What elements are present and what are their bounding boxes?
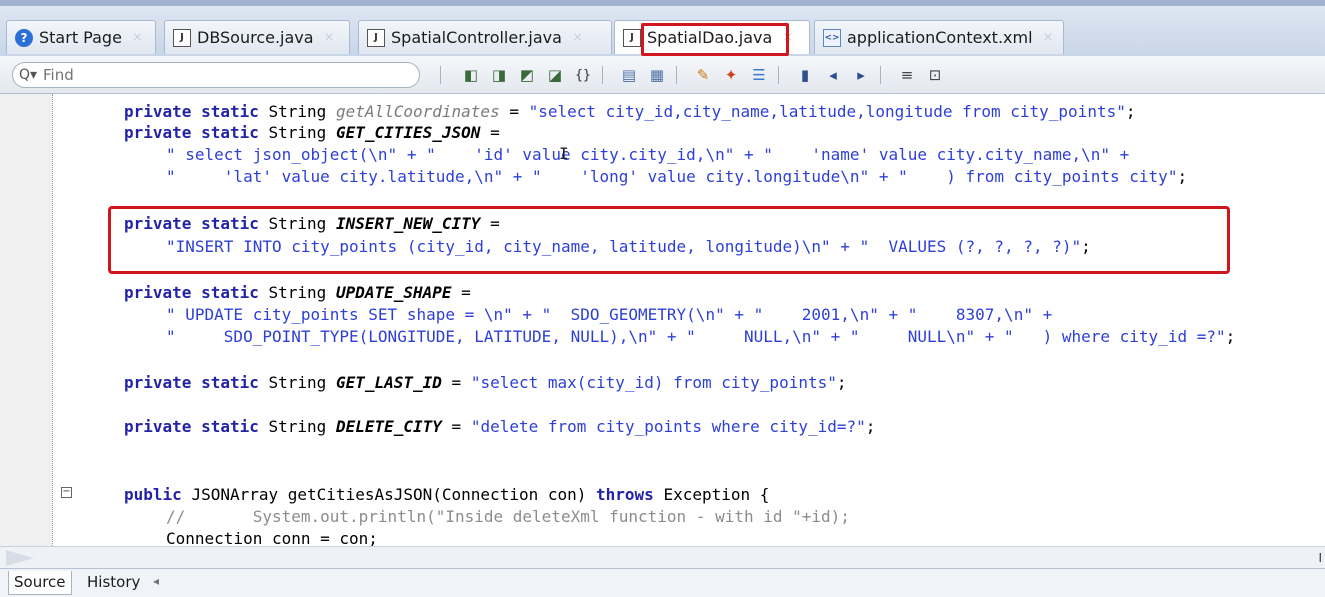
toolbar-separator	[602, 66, 603, 84]
find-prev-icon[interactable]: ▤	[618, 65, 640, 85]
java-file-icon: J	[173, 28, 191, 47]
tab-source[interactable]: Source	[8, 571, 72, 595]
tab-history[interactable]: History	[82, 571, 145, 595]
tab-dbsource[interactable]: J DBSource.java ×	[164, 20, 350, 54]
find-next-icon[interactable]: ▦	[646, 65, 668, 85]
close-icon[interactable]: ×	[324, 30, 335, 45]
help-icon: ?	[15, 28, 33, 47]
rectangle-select-icon[interactable]: ☰	[748, 65, 770, 85]
toolbar-separator	[676, 66, 677, 84]
tab-label: SpatialController.java	[391, 28, 562, 47]
match-icon[interactable]: ◪	[544, 65, 566, 85]
java-file-icon: J	[367, 28, 385, 47]
insert-new-city-highlight-box	[108, 206, 1230, 274]
view-tab-bar: Source History ◂	[0, 568, 1325, 597]
last-edit-icon[interactable]: ◩	[516, 65, 538, 85]
find-box: Q▾	[12, 62, 420, 88]
toolbar-separator	[440, 66, 441, 84]
highlight-icon[interactable]: ✎	[692, 65, 714, 85]
shift-icon[interactable]: ⊡	[924, 65, 946, 85]
code-line: private static String getAllCoordinates …	[124, 102, 1136, 121]
text-cursor-icon: I	[559, 144, 569, 163]
scroll-left-icon[interactable]	[6, 550, 34, 566]
code-line: " SDO_POINT_TYPE(LONGITUDE, LATITUDE, NU…	[166, 327, 1236, 346]
editor-tab-bar: ? Start Page × J DBSource.java × J Spati…	[0, 0, 1325, 56]
scroll-position-icon: I	[1318, 551, 1322, 565]
code-line: public JSONArray getCitiesAsJSON(Connect…	[124, 485, 770, 504]
code-line: private static String GET_CITIES_JSON =	[124, 123, 500, 142]
prev-bookmark-icon[interactable]: ◂	[822, 65, 844, 85]
tab-label: applicationContext.xml	[847, 28, 1033, 47]
tab-applicationcontext[interactable]: <> applicationContext.xml ×	[814, 20, 1064, 54]
fold-guide	[52, 94, 53, 546]
fold-collapse-icon[interactable]: −	[61, 487, 72, 498]
find-input[interactable]	[43, 66, 403, 84]
code-line: private static String GET_LAST_ID = "sel…	[124, 373, 847, 392]
bookmark-icon[interactable]: ▮	[794, 65, 816, 85]
code-editor[interactable]: − private static String getAllCoordinate…	[0, 94, 1325, 546]
indent-icon[interactable]: ≡	[896, 65, 918, 85]
close-icon[interactable]: ×	[132, 30, 143, 45]
code-line: Connection conn = con;	[166, 529, 378, 546]
code-line: private static String DELETE_CITY = "del…	[124, 417, 876, 436]
editor-toolbar: Q▾ ◧ ◨ ◩ ◪ {} ▤ ▦ ✎ ✦ ☰ ▮ ◂ ▸ ≡ ⊡	[0, 56, 1325, 94]
scroll-tabs-icon[interactable]: ◂	[153, 574, 159, 588]
tab-spatialcontroller[interactable]: J SpatialController.java ×	[358, 20, 612, 54]
toolbar-separator	[880, 66, 881, 84]
active-tab-highlight-box	[641, 23, 789, 56]
back-icon[interactable]: ◧	[460, 65, 482, 85]
horizontal-scrollbar[interactable]: I	[0, 546, 1325, 568]
line-gutter	[0, 94, 52, 546]
search-icon[interactable]: Q▾	[13, 67, 43, 83]
next-bookmark-icon[interactable]: ▸	[850, 65, 872, 85]
code-line: private static String UPDATE_SHAPE =	[124, 283, 471, 302]
toggle-highlight-icon[interactable]: ✦	[720, 65, 742, 85]
code-line: // System.out.println("Inside deleteXml …	[166, 507, 850, 526]
forward-icon[interactable]: ◨	[488, 65, 510, 85]
close-icon[interactable]: ×	[572, 30, 583, 45]
close-icon[interactable]: ×	[1043, 30, 1054, 45]
toolbar-separator	[778, 66, 779, 84]
tab-label: DBSource.java	[197, 28, 314, 47]
java-file-icon: J	[623, 28, 641, 47]
brace-icon[interactable]: {}	[572, 65, 594, 85]
code-line: " 'lat' value city.latitude,\n" + " 'lon…	[166, 167, 1188, 186]
code-line: " select json_object(\n" + " 'id' value …	[166, 145, 1130, 164]
tab-label: Start Page	[39, 28, 122, 47]
tab-start-page[interactable]: ? Start Page ×	[6, 20, 156, 54]
xml-file-icon: <>	[823, 28, 841, 47]
code-line: " UPDATE city_points SET shape = \n" + "…	[166, 305, 1053, 324]
